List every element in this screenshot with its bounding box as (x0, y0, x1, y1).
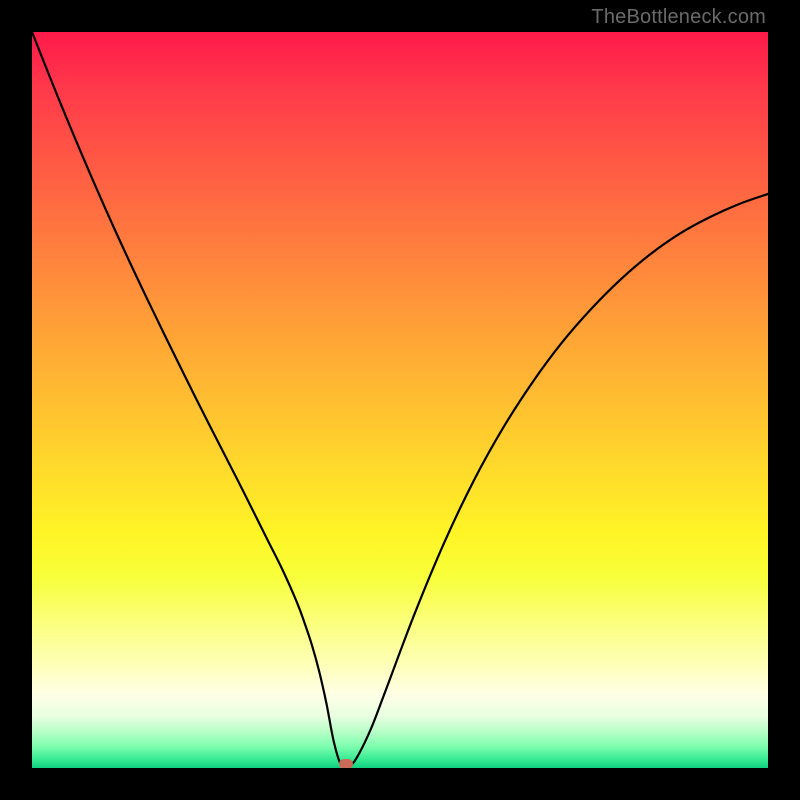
chart-frame: TheBottleneck.com (0, 0, 800, 800)
bottleneck-curve (32, 32, 768, 767)
curve-svg (32, 32, 768, 768)
watermark-text: TheBottleneck.com (591, 6, 766, 29)
plot-area (32, 32, 768, 768)
optimal-point-marker (339, 759, 353, 768)
